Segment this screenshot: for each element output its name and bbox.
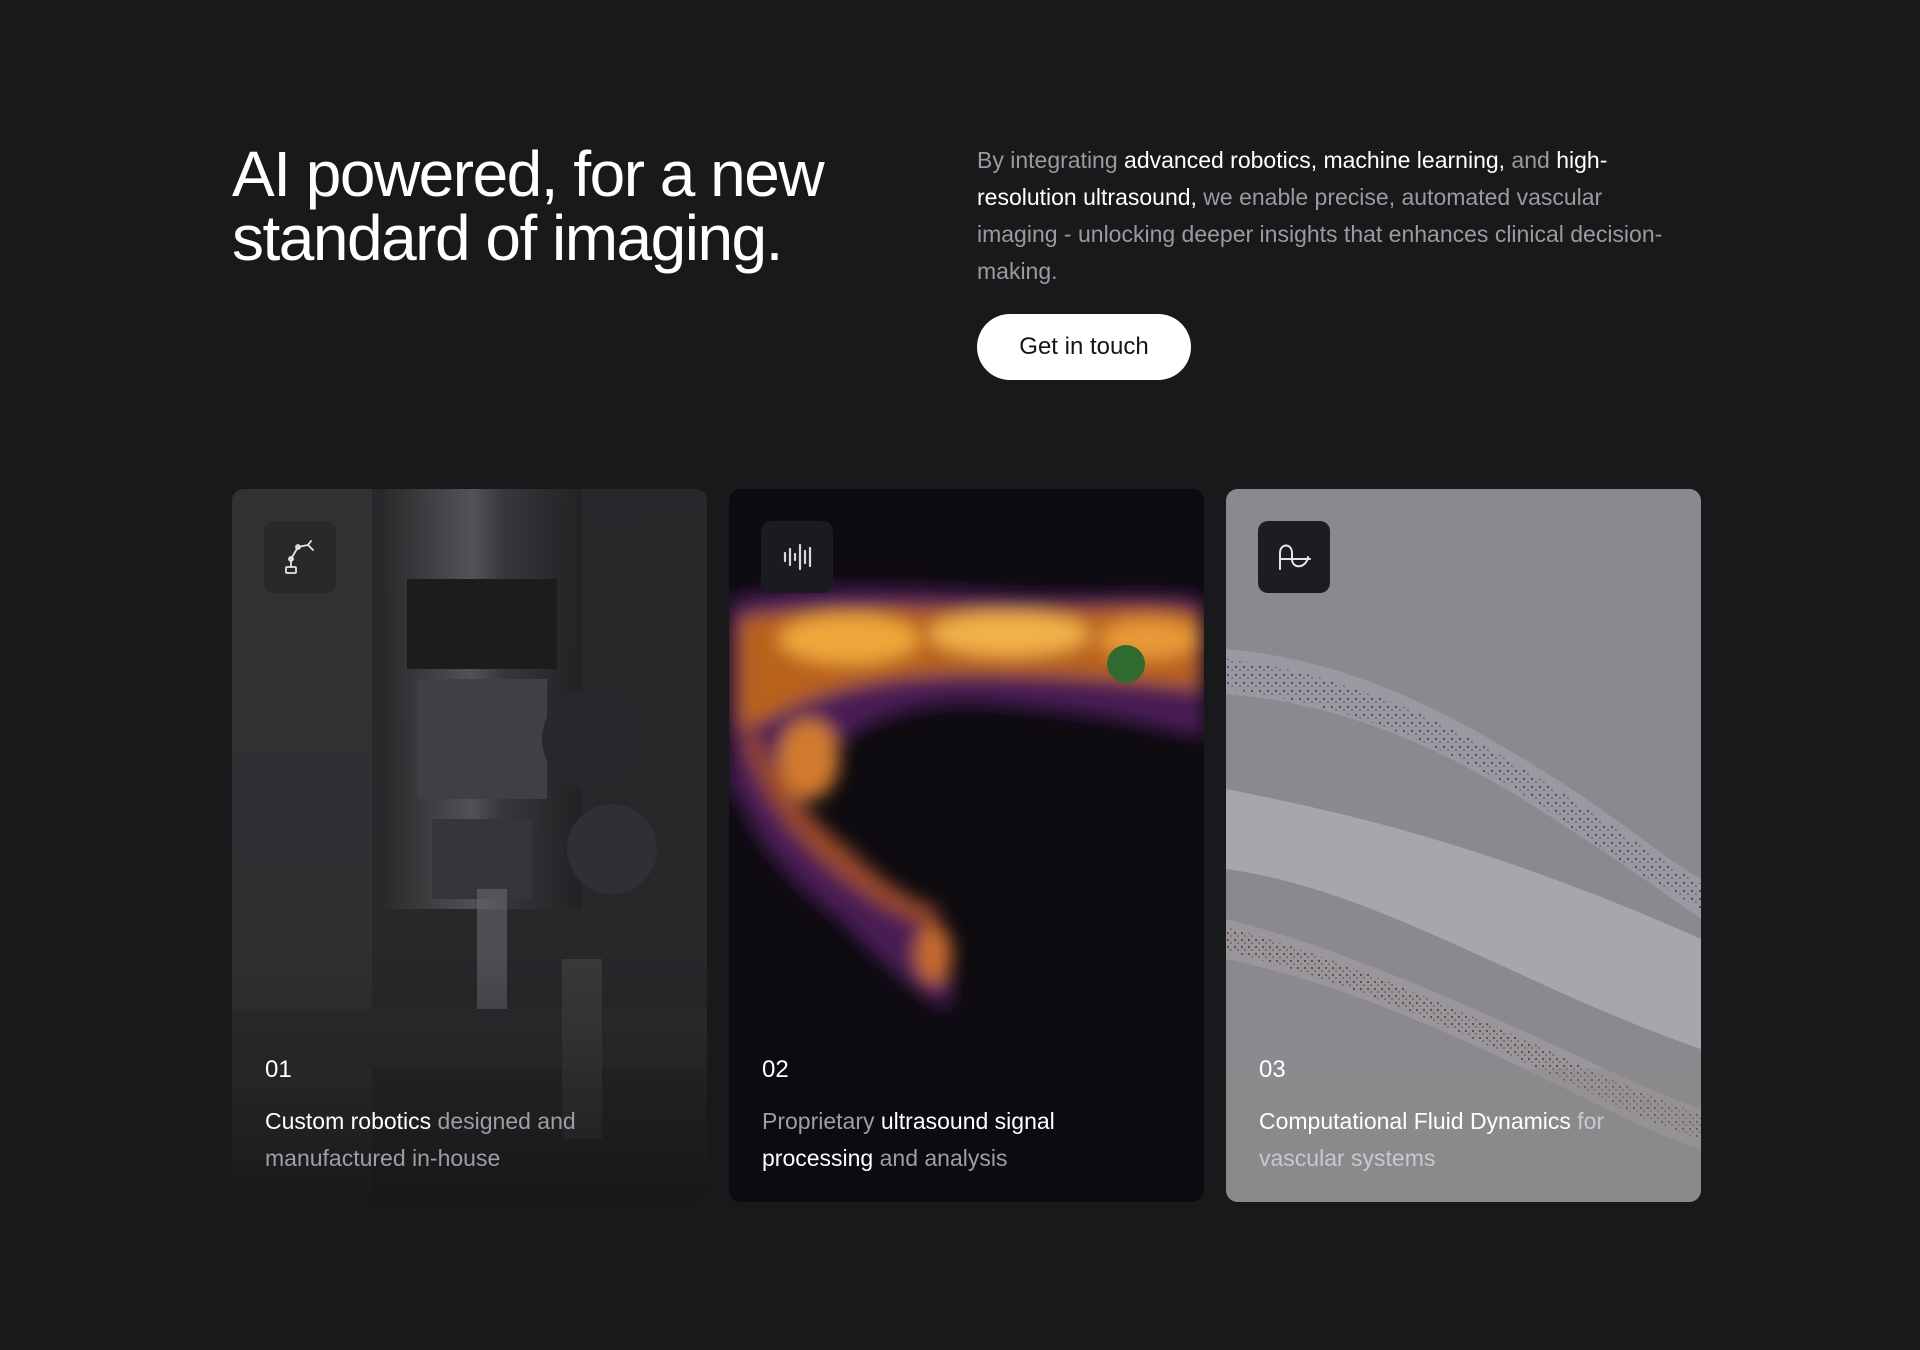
card-number: 01 [265,1056,292,1083]
robot-arm-icon [264,521,336,593]
feature-card-ultrasound: 02 Proprietary ultrasound signal process… [729,489,1204,1202]
card-highlight: Computational Fluid Dynamics [1259,1108,1571,1134]
hero-title-line-2: standard of imaging. [232,202,783,274]
hero-desc-highlight-1: advanced robotics, machine learning, [1124,147,1506,173]
waveform-icon [761,521,833,593]
feature-card-cfd: 03 Computational Fluid Dynamics for vasc… [1226,489,1701,1202]
robotics-machinery-image [232,489,707,1202]
hero-title-line-1: AI powered, for a new [232,138,825,210]
ultrasound-heatmap-image [729,489,1204,1202]
vascular-flow-image [1226,489,1701,1202]
card-rest-text: and analysis [873,1145,1008,1171]
get-in-touch-button[interactable]: Get in touch [977,314,1191,380]
hero-desc-part-1: By integrating [977,147,1125,173]
card-description: Computational Fluid Dynamics for vascula… [1259,1103,1669,1177]
hero-desc-part-2: and [1505,147,1557,173]
feature-card-robotics: 01 Custom robotics designed and manufact… [232,489,707,1202]
fluid-curve-icon [1258,521,1330,593]
card-pre-text: Proprietary [762,1108,881,1134]
hero-description: By integrating advanced robotics, machin… [977,142,1667,290]
card-number: 03 [1259,1056,1286,1083]
card-description: Custom robotics designed and manufacture… [265,1103,675,1177]
hero-title: AI powered, for a new standard of imagin… [232,142,932,270]
card-number: 02 [762,1056,789,1083]
card-highlight: Custom robotics [265,1108,432,1134]
card-description: Proprietary ultrasound signal processing… [762,1103,1172,1177]
